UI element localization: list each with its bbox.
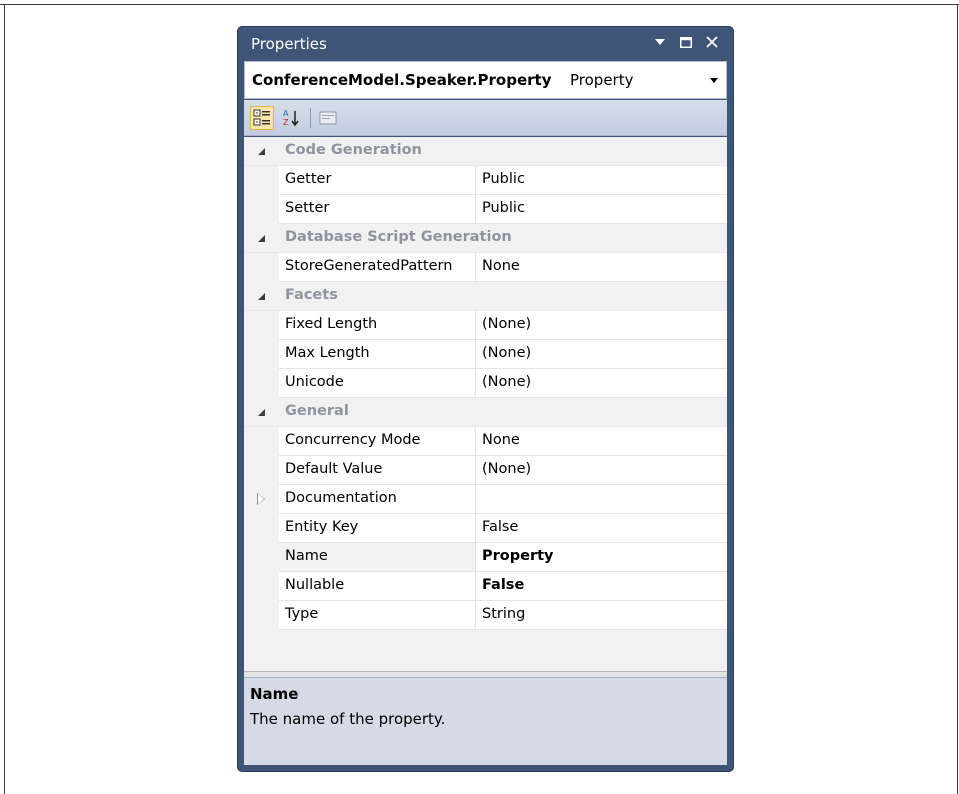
- property-row[interactable]: Max Length (None): [244, 340, 727, 369]
- collapse-icon[interactable]: [258, 235, 265, 242]
- object-selector-dropdown[interactable]: ConferenceModel.Speaker.Property Propert…: [244, 61, 727, 99]
- property-value: (None): [482, 316, 532, 332]
- property-name: Nullable: [285, 577, 345, 593]
- property-name: Entity Key: [285, 519, 359, 535]
- property-value: (None): [482, 374, 532, 390]
- category-row[interactable]: General: [244, 398, 727, 427]
- properties-toolbar: A Z: [244, 100, 727, 136]
- category-row[interactable]: Database Script Generation: [244, 224, 727, 253]
- property-row[interactable]: Nullable False: [244, 572, 727, 601]
- property-row[interactable]: Unicode (None): [244, 369, 727, 398]
- property-value: Public: [482, 200, 525, 216]
- category-row[interactable]: Facets: [244, 282, 727, 311]
- property-name: Documentation: [285, 490, 397, 506]
- property-name: Max Length: [285, 345, 370, 361]
- property-name: Getter: [285, 171, 332, 187]
- maximize-icon[interactable]: [677, 33, 695, 51]
- chevron-down-icon[interactable]: [710, 78, 718, 83]
- page-border-top: [0, 4, 959, 5]
- description-text: The name of the property.: [250, 710, 446, 728]
- close-icon[interactable]: [703, 33, 721, 51]
- property-name: Setter: [285, 200, 330, 216]
- property-name: Name: [285, 548, 328, 564]
- description-panel: Name The name of the property.: [244, 677, 727, 765]
- property-row[interactable]: Type String: [244, 601, 727, 630]
- categorized-button[interactable]: [250, 106, 274, 130]
- svg-text:Z: Z: [283, 118, 289, 127]
- collapse-icon[interactable]: [258, 293, 265, 300]
- property-value: False: [482, 577, 525, 593]
- property-name: StoreGeneratedPattern: [285, 258, 453, 274]
- description-title: Name: [250, 685, 299, 703]
- property-name: Type: [285, 606, 319, 622]
- property-row[interactable]: Documentation: [244, 485, 727, 514]
- property-row[interactable]: Getter Public: [244, 166, 727, 195]
- property-pages-icon: [319, 111, 337, 125]
- property-row[interactable]: Fixed Length (None): [244, 311, 727, 340]
- property-value: None: [482, 432, 520, 448]
- category-label: Code Generation: [285, 142, 422, 158]
- property-row[interactable]: StoreGeneratedPattern None: [244, 253, 727, 282]
- property-name: Fixed Length: [285, 316, 378, 332]
- category-label: General: [285, 403, 349, 419]
- selected-object-name: ConferenceModel.Speaker.Property: [252, 71, 552, 89]
- property-row-selected[interactable]: Name Property: [244, 543, 727, 572]
- category-label: Facets: [285, 287, 338, 303]
- title-bar[interactable]: Properties: [238, 27, 733, 61]
- property-name: Default Value: [285, 461, 383, 477]
- svg-text:A: A: [283, 109, 289, 118]
- category-label: Database Script Generation: [285, 229, 512, 245]
- property-value: False: [482, 519, 519, 535]
- collapse-icon[interactable]: [258, 148, 265, 155]
- page-border-right: [957, 4, 958, 794]
- property-value: (None): [482, 461, 532, 477]
- title-bar-controls: [651, 33, 721, 51]
- property-value: Property: [482, 548, 554, 564]
- window-position-dropdown-icon[interactable]: [651, 33, 669, 51]
- property-row[interactable]: Concurrency Mode None: [244, 427, 727, 456]
- alphabetical-icon: A Z: [283, 109, 299, 127]
- toolbar-separator: [310, 108, 311, 128]
- property-value: None: [482, 258, 520, 274]
- properties-window: Properties ConferenceModel.Speaker.Prope…: [238, 27, 733, 771]
- categorized-icon: [253, 109, 270, 126]
- window-title: Properties: [251, 35, 327, 53]
- property-row[interactable]: Setter Public: [244, 195, 727, 224]
- alphabetical-button[interactable]: A Z: [280, 106, 304, 130]
- page-border-left: [4, 4, 5, 794]
- property-name: Concurrency Mode: [285, 432, 421, 448]
- category-row[interactable]: Code Generation: [244, 137, 727, 166]
- selected-object-type: Property: [570, 71, 634, 89]
- property-pages-button[interactable]: [316, 106, 340, 130]
- property-row[interactable]: Entity Key False: [244, 514, 727, 543]
- property-grid: Code Generation Getter Public Setter Pub…: [244, 137, 727, 671]
- property-value: String: [482, 606, 526, 622]
- property-row[interactable]: Default Value (None): [244, 456, 727, 485]
- expand-icon[interactable]: [258, 494, 264, 504]
- collapse-icon[interactable]: [258, 409, 265, 416]
- property-name: Unicode: [285, 374, 344, 390]
- property-value: Public: [482, 171, 525, 187]
- property-value: (None): [482, 345, 532, 361]
